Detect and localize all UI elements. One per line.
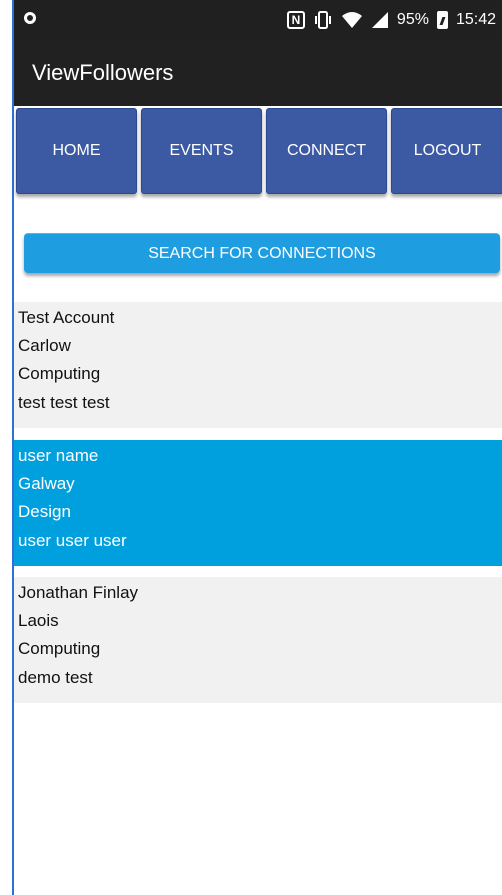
- follower-bio: test test test: [18, 393, 110, 412]
- follower-name: Jonathan Finlay: [18, 583, 139, 602]
- page-title: ViewFollowers: [32, 60, 174, 85]
- follower-field: Computing: [18, 639, 101, 658]
- list-item[interactable]: Test Account Carlow Computing test test …: [14, 302, 502, 428]
- signal-icon: [371, 11, 389, 29]
- battery-percent: 95%: [396, 11, 429, 28]
- follower-bio: user user user: [18, 531, 127, 550]
- battery-icon: [436, 11, 448, 29]
- logout-button[interactable]: LOGOUT: [391, 108, 502, 194]
- clock: 15:42: [455, 11, 496, 28]
- list-item[interactable]: user name Galway Design user user user: [14, 440, 502, 566]
- vibrate-icon: [313, 11, 333, 29]
- wifi-icon: [341, 11, 363, 29]
- follower-name: Test Account: [18, 308, 115, 327]
- app-bar: ViewFollowers: [14, 40, 502, 106]
- status-bar: N 95% 15:42: [14, 0, 502, 40]
- notification-dot-icon: [24, 12, 40, 28]
- list-item[interactable]: Jonathan Finlay Laois Computing demo tes…: [14, 577, 502, 703]
- nfc-icon: N: [286, 11, 305, 29]
- status-icons: N 95% 15:42: [286, 8, 496, 32]
- app-screen: N 95% 15:42 ViewFollowers HOME EVENTS CO…: [0, 0, 502, 895]
- search-connections-button[interactable]: SEARCH FOR CONNECTIONS: [24, 233, 500, 273]
- follower-name: user name: [18, 446, 99, 465]
- connect-button[interactable]: CONNECT: [266, 108, 387, 194]
- follower-location: Galway: [18, 474, 75, 493]
- follower-location: Laois: [18, 611, 59, 630]
- follower-field: Computing: [18, 364, 101, 383]
- events-button[interactable]: EVENTS: [141, 108, 262, 194]
- nav-bar: HOME EVENTS CONNECT LOGOUT: [14, 106, 502, 202]
- follower-location: Carlow: [18, 336, 71, 355]
- home-button[interactable]: HOME: [16, 108, 137, 194]
- follower-field: Design: [18, 502, 71, 521]
- follower-bio: demo test: [18, 668, 93, 687]
